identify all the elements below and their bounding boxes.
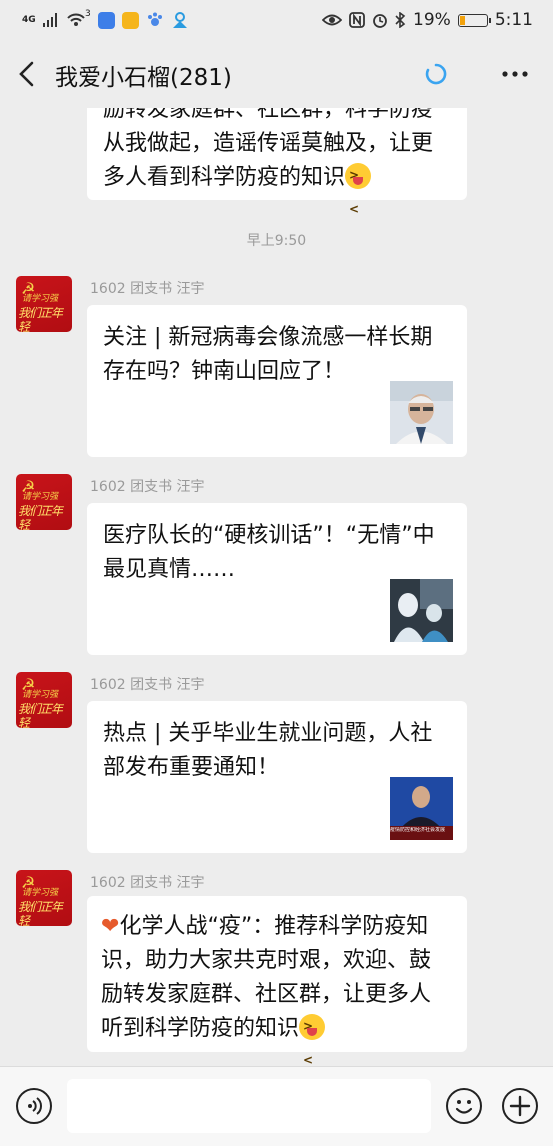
timestamp: 早上9:50 [246, 233, 307, 249]
chat-list[interactable]: 励转发家庭群、社区群，科学防疫 从我做起，造谣传谣莫触及，让更 多人看到科学防疫… [0, 108, 553, 1066]
paw-icon [147, 12, 162, 26]
eye-icon [322, 14, 343, 26]
status-bar: 4G 3 19% 5:11 [0, 0, 553, 40]
chat-title: 我爱小石榴(281) [55, 65, 232, 91]
avatar-slogan: 我们正年轻 [18, 900, 63, 926]
message-line: 从我做起，造谣传谣莫触及，让更 [103, 131, 434, 156]
avatar-slogan: 请学习强 [22, 294, 59, 304]
nfc-icon [349, 12, 365, 28]
sender-name: 1602 团支书 汪宇 [90, 875, 205, 891]
more-icon[interactable] [500, 62, 530, 86]
sender-name: 1602 团支书 汪宇 [90, 479, 205, 495]
clock: 5:11 [494, 10, 533, 30]
avatar-slogan: 我们正年轻 [18, 306, 63, 332]
photo-thumbnail-icon: 疫情防控和经济社会发展 [390, 777, 453, 840]
network-type: 4G [22, 14, 36, 25]
message-line: 化学人战“疫”：推荐科学防疫知 [119, 914, 429, 939]
message-input[interactable] [67, 1079, 431, 1133]
message-line: 听到科学防疫的知识 [101, 1016, 300, 1041]
photo-thumbnail-icon [390, 579, 453, 642]
emoji-icon[interactable] [446, 1088, 482, 1124]
message-bubble[interactable]: ❤化学人战“疫”：推荐科学防疫知 识，助力大家共克时艰，欢迎、鼓 励转发家庭群、… [87, 896, 467, 1066]
message-bubble[interactable]: 励转发家庭群、社区群，科学防疫 从我做起，造谣传谣莫触及，让更 多人看到科学防疫… [87, 108, 467, 226]
avatar[interactable]: ☭ 请学习强 我们正年轻 [16, 870, 72, 926]
avatar[interactable]: ☭ 请学习强 我们正年轻 [16, 474, 72, 530]
message-line: 识，助力大家共克时艰，欢迎、鼓 [101, 948, 432, 973]
avatar-slogan: 请学习强 [22, 690, 59, 700]
card-title-line: 关注 | 新冠病毒会像流感一样长期 [103, 325, 433, 350]
hotspot-count: 3 [85, 9, 91, 19]
card-title-line: 热点 | 关乎毕业生就业问题，人社 [103, 721, 433, 746]
voice-icon[interactable] [16, 1088, 52, 1124]
laughing-emoji-icon [345, 158, 372, 226]
article-card[interactable]: 关注 | 新冠病毒会像流感一样长期 存在吗？钟南山回应了！ [87, 305, 467, 457]
laughing-emoji-icon [299, 1009, 326, 1066]
sender-name: 1602 团支书 汪宇 [90, 677, 205, 693]
avatar-slogan: 请学习强 [22, 888, 59, 898]
heart-emoji-icon: ❤ [101, 914, 120, 939]
thumb-caption: 疫情防控和经济社会发展 [390, 827, 446, 833]
avatar[interactable]: ☭ 请学习强 我们正年轻 [16, 276, 72, 332]
signal-icon [43, 13, 57, 27]
baby-icon [172, 12, 187, 28]
loading-spinner-icon [425, 63, 447, 85]
avatar-slogan: 我们正年轻 [18, 504, 63, 530]
sender-name: 1602 团支书 汪宇 [90, 281, 205, 297]
avatar[interactable]: ☭ 请学习强 我们正年轻 [16, 672, 72, 728]
battery-percent: 19% [413, 10, 451, 30]
card-title-line: 医疗队长的“硬核训话”！“无情”中 [103, 523, 435, 548]
back-arrow-icon[interactable] [14, 58, 42, 90]
battery-icon [457, 13, 491, 27]
app-shield-icon [97, 11, 115, 29]
alarm-icon [373, 14, 387, 28]
photo-thumbnail-icon [390, 381, 453, 444]
message-line: 励转发家庭群、社区群，让更多人 [101, 982, 432, 1007]
article-card[interactable]: 医疗队长的“硬核训话”！“无情”中 最见真情…… [87, 503, 467, 655]
avatar-slogan: 我们正年轻 [18, 702, 63, 728]
wifi-hotspot-icon [67, 13, 85, 26]
bluetooth-icon [395, 12, 406, 28]
input-bar [0, 1066, 553, 1146]
app-mail-icon [121, 11, 139, 29]
chat-header: 我爱小石榴(281) [0, 40, 553, 108]
plus-icon[interactable] [502, 1088, 538, 1124]
message-line: 励转发家庭群、社区群，科学防疫 [103, 108, 434, 122]
message-line: 多人看到科学防疫的知识 [103, 165, 346, 190]
message-line-wrap: 听到科学防疫的知识 [101, 1009, 451, 1066]
avatar-slogan: 请学习强 [22, 492, 59, 502]
article-card[interactable]: 热点 | 关乎毕业生就业问题，人社 部发布重要通知！ 疫情防控和经济社会发展 [87, 701, 467, 853]
message-line-wrap: ❤化学人战“疫”：推荐科学防疫知 [101, 910, 451, 944]
message-line-wrap: 多人看到科学防疫的知识 [103, 158, 451, 226]
